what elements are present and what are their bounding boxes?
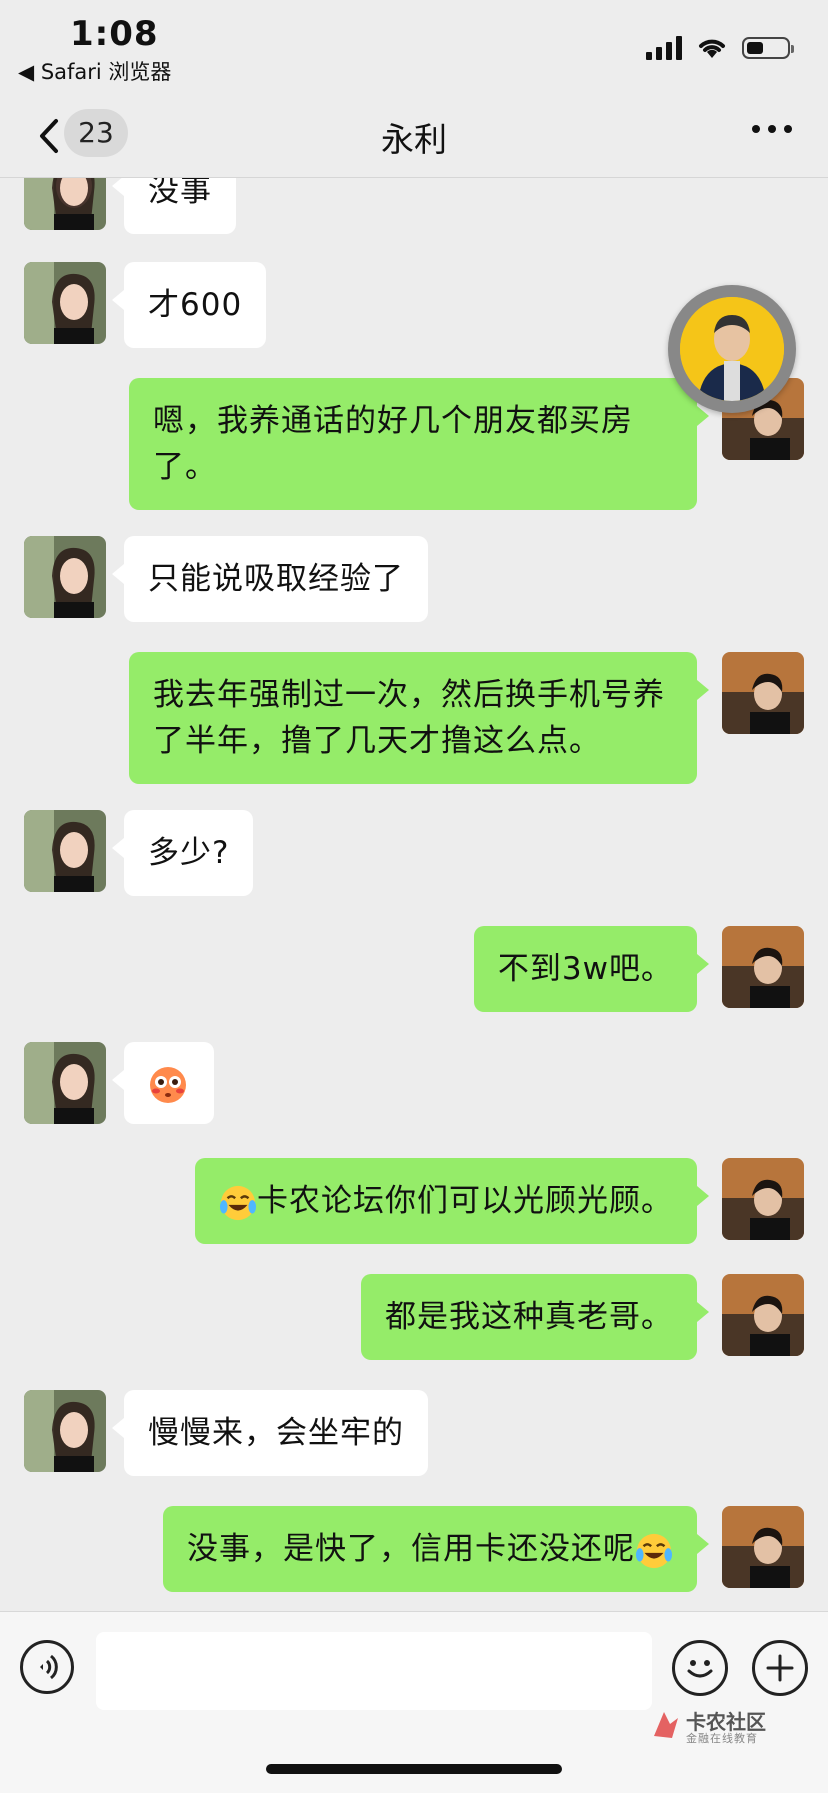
message-bubble-outgoing[interactable]: 都是我这种真老哥。 xyxy=(361,1274,709,1360)
contact-avatar[interactable] xyxy=(24,810,106,892)
watermark: 卡农社区 金融在线教育 xyxy=(648,1706,772,1746)
contact-avatar[interactable] xyxy=(24,536,106,618)
message-text: 只能说吸取经验了 xyxy=(148,561,404,597)
more-options-icon[interactable] xyxy=(752,125,792,133)
status-time: 1:08 xyxy=(70,14,159,54)
my-avatar[interactable] xyxy=(722,1506,804,1588)
plus-icon xyxy=(766,1654,794,1682)
message-bubble-outgoing[interactable]: 不到3w吧。 xyxy=(473,926,710,1012)
chat-title: 永利 xyxy=(381,120,447,159)
message-bubble-incoming[interactable]: 才600 xyxy=(111,262,267,348)
message-text: 都是我这种真老哥。 xyxy=(385,1299,673,1335)
crying-laughing-face-emoji-icon xyxy=(635,1533,673,1568)
voice-input-button[interactable] xyxy=(20,1640,74,1694)
message-text: 多少? xyxy=(148,835,230,871)
message-text: 卡农论坛你们可以光顾光顾。 xyxy=(257,1183,673,1219)
my-avatar[interactable] xyxy=(722,652,804,734)
message-bubble-incoming[interactable]: 没事 xyxy=(112,178,236,234)
status-bar: 1:08 ◀ Safari 浏览器 xyxy=(0,0,828,95)
message-text: 没事，是快了，信用卡还没还呢 xyxy=(187,1531,635,1567)
message-bubble-incoming[interactable]: 慢慢来，会坐牢的 xyxy=(112,1390,428,1476)
voice-icon xyxy=(40,1654,58,1680)
message-bubble-outgoing[interactable]: 我去年强制过一次，然后换手机号养了半年，撸了几天才撸这么点。 xyxy=(129,652,709,784)
message-text: 嗯，我养通话的好几个朋友都买房了。 xyxy=(153,403,633,485)
flushed-face-emoji-icon xyxy=(150,1066,186,1103)
message-input[interactable] xyxy=(96,1632,652,1710)
message-text: 才600 xyxy=(148,287,243,323)
chat-header: 23 永利 xyxy=(0,95,828,178)
message-bubble-outgoing[interactable]: 嗯，我养通话的好几个朋友都买房了。 xyxy=(129,378,709,510)
watermark-logo-icon xyxy=(654,1712,678,1738)
my-avatar[interactable] xyxy=(722,1274,804,1356)
smiley-icon xyxy=(687,1660,713,1678)
contact-avatar[interactable] xyxy=(24,1042,106,1124)
input-bar: 卡农社区 金融在线教育 xyxy=(0,1611,828,1793)
status-icons xyxy=(646,36,794,60)
message-bubble-incoming[interactable]: 只能说吸取经验了 xyxy=(112,536,428,622)
message-bubble-outgoing[interactable]: 卡农论坛你们可以光顾光顾。 xyxy=(195,1158,709,1244)
message-text: 我去年强制过一次，然后换手机号养了半年，撸了几天才撸这么点。 xyxy=(153,677,665,759)
contact-avatar[interactable] xyxy=(24,1390,106,1472)
message-text: 慢慢来，会坐牢的 xyxy=(148,1415,404,1451)
watermark-subtitle: 金融在线教育 xyxy=(686,1732,758,1745)
message-text: 没事 xyxy=(148,178,212,209)
emoji-button[interactable] xyxy=(672,1640,728,1696)
contact-avatar[interactable] xyxy=(24,178,106,230)
crying-laughing-face-emoji-icon xyxy=(219,1185,257,1220)
more-functions-button[interactable] xyxy=(752,1640,808,1696)
my-avatar[interactable] xyxy=(722,926,804,1008)
back-to-safari-link[interactable]: ◀ Safari 浏览器 xyxy=(18,56,171,86)
message-bubble-incoming[interactable] xyxy=(112,1042,214,1124)
contact-avatar[interactable] xyxy=(24,262,106,344)
caller-avatar xyxy=(680,297,784,401)
message-bubble-incoming[interactable]: 多少? xyxy=(111,810,254,896)
cellular-signal-icon xyxy=(646,36,682,60)
floating-call-window[interactable] xyxy=(668,285,796,413)
my-avatar[interactable] xyxy=(722,1158,804,1240)
message-text: 不到3w吧。 xyxy=(497,951,673,987)
wifi-icon xyxy=(699,39,725,58)
battery-level xyxy=(747,42,763,54)
home-indicator xyxy=(266,1764,562,1774)
message-bubble-outgoing[interactable]: 没事，是快了，信用卡还没还呢 xyxy=(163,1506,709,1592)
battery-icon xyxy=(742,37,794,59)
